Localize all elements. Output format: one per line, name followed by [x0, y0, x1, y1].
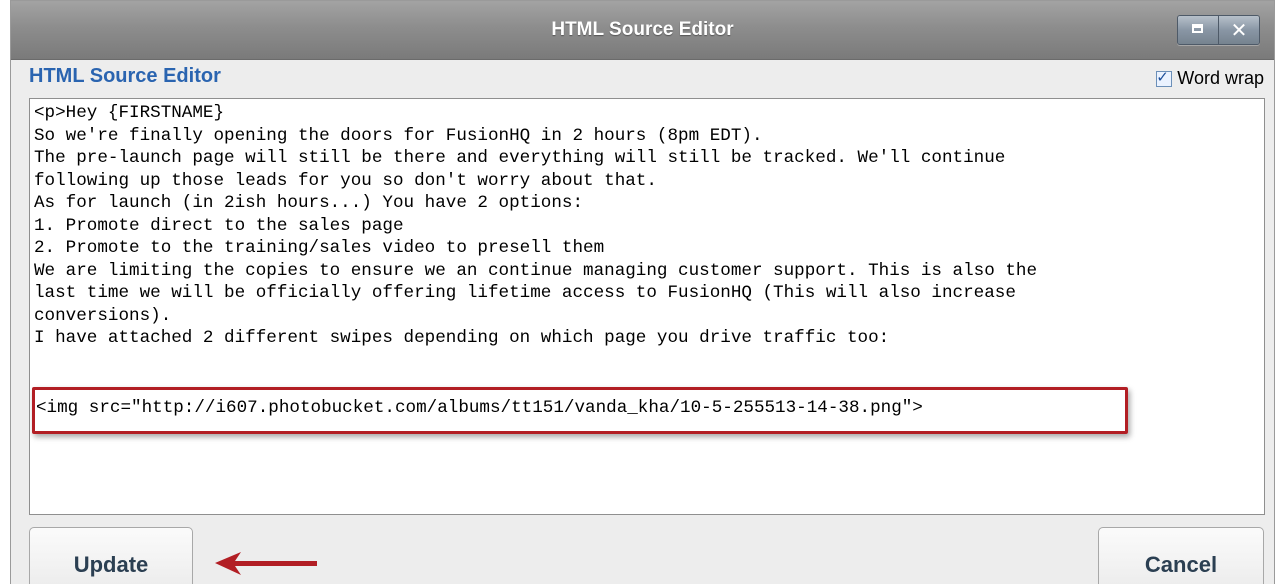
window-title: HTML Source Editor — [551, 19, 734, 40]
word-wrap-label: Word wrap — [1177, 68, 1264, 88]
close-icon: ✕ — [1230, 18, 1248, 42]
code-line: The pre-launch page will still be there … — [34, 148, 1006, 168]
code-line: last time we will be officially offering… — [34, 283, 1016, 303]
word-wrap-toggle[interactable]: ✓ Word wrap — [1156, 68, 1264, 89]
maximize-icon — [1192, 24, 1203, 33]
cancel-button[interactable]: Cancel — [1098, 527, 1264, 584]
close-button[interactable]: ✕ — [1218, 16, 1259, 44]
code-line: <p>Hey {FIRSTNAME} — [34, 103, 225, 123]
code-line: I have attached 2 different swipes depen… — [34, 328, 890, 348]
highlighted-img-tag-line: <img src="http://i607.photobucket.com/al… — [36, 398, 923, 418]
maximize-button[interactable] — [1178, 16, 1218, 44]
html-source-editor-dialog: HTML Source Editor ✕ HTML Source Editor … — [10, 0, 1275, 584]
checkmark-icon: ✓ — [1156, 67, 1169, 86]
source-textarea[interactable]: <p>Hey {FIRSTNAME} So we're finally open… — [29, 98, 1265, 515]
code-line: 2. Promote to the training/sales video t… — [34, 238, 605, 258]
code-line: following up those leads for you so don'… — [34, 170, 657, 191]
code-line: So we're finally opening the doors for F… — [34, 125, 763, 146]
window-controls: ✕ — [1177, 15, 1260, 45]
word-wrap-checkbox[interactable]: ✓ — [1156, 67, 1173, 87]
code-line: We are limiting the copies to ensure we … — [34, 260, 1038, 281]
title-bar[interactable]: HTML Source Editor ✕ — [11, 1, 1274, 60]
editor-heading: HTML Source Editor — [29, 65, 221, 87]
update-button[interactable]: Update — [29, 527, 193, 584]
code-line: conversions). — [34, 305, 172, 326]
code-line: As for launch (in 2ish hours...) You hav… — [34, 193, 584, 213]
arrow-left-icon — [215, 552, 317, 575]
code-line: 1. Promote direct to the sales page — [34, 215, 404, 236]
